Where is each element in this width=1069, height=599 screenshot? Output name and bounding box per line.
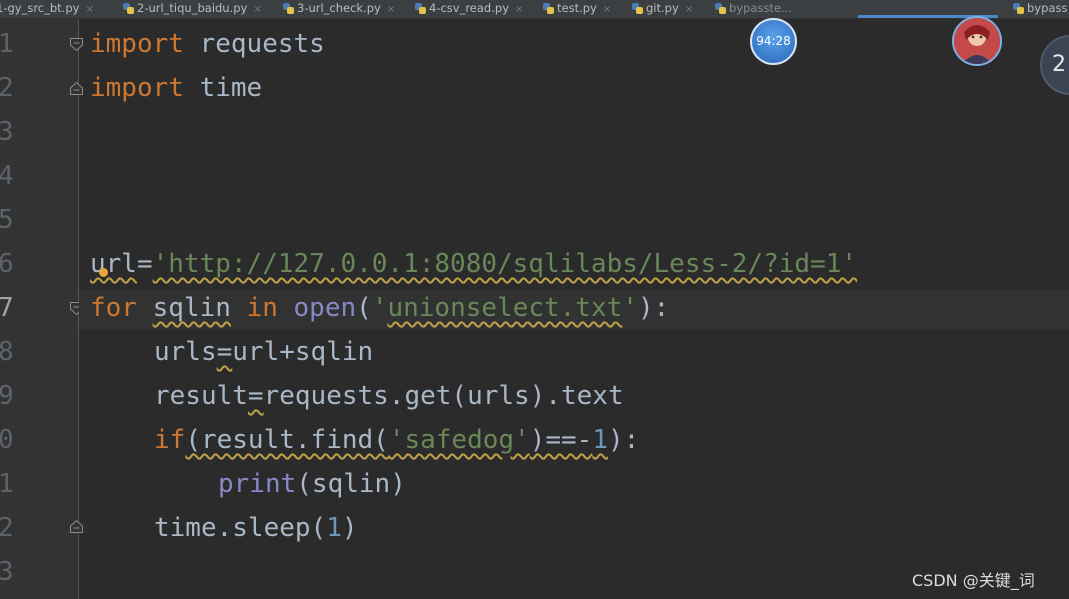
code-line-1[interactable]: import requests (90, 26, 325, 62)
paren: ( (356, 293, 372, 323)
tab-2-url-tiqu-baidu[interactable]: 2-url_tiqu_baidu.py × (123, 0, 262, 18)
tab-bypass[interactable]: bypass (1013, 0, 1067, 18)
tab-3-url-check[interactable]: 3-url_check.py × (283, 0, 395, 18)
variable: url (90, 249, 137, 279)
line-number-current: 7 (0, 293, 14, 323)
code-text: url+sqlin (232, 337, 374, 367)
code-line-11[interactable]: print(sqlin) (218, 466, 406, 502)
python-file-icon (543, 3, 554, 14)
recording-timer[interactable]: 94:28 (750, 18, 797, 65)
variable: urls (154, 337, 217, 367)
close-icon[interactable]: × (253, 4, 261, 15)
avatar[interactable] (952, 16, 1002, 66)
line-number: 1 (0, 29, 14, 59)
string-quote: ' (622, 293, 638, 323)
code-text: (result.find( (185, 425, 389, 455)
line-number: 2 (0, 513, 14, 543)
python-file-icon (1013, 3, 1024, 14)
python-file-icon (715, 3, 726, 14)
code-line-6[interactable]: url='http://127.0.0.1:8080/sqlilabs/Less… (90, 246, 857, 282)
number-literal: 1 (592, 425, 608, 455)
operator: = (247, 381, 264, 411)
python-file-icon (123, 3, 134, 14)
string-literal: 'http://127.0.0.1:8080/sqlilabs/Less-2/?… (152, 249, 858, 279)
code-line-10[interactable]: if(result.find('safedog')==-1): (154, 422, 639, 458)
line-number: 9 (0, 381, 14, 411)
keyword: for (90, 293, 137, 323)
code-line-12[interactable]: time.sleep(1) (154, 510, 358, 546)
lightbulb-icon[interactable] (99, 268, 108, 277)
variable: result (154, 381, 248, 411)
tab-label: git.py (646, 1, 679, 15)
line-number: 8 (0, 337, 14, 367)
line-number: 2 (0, 73, 14, 103)
code-text: time.sleep( (154, 513, 327, 543)
close-icon[interactable]: × (515, 4, 523, 15)
code-text: (sqlin) (296, 469, 406, 499)
python-file-icon (283, 3, 294, 14)
tab-1-gy-src-bt[interactable]: 1-gy_src_bt.py × (0, 0, 94, 18)
tab-label: test.py (557, 1, 597, 15)
code-editor[interactable]: import requests import time url='http://… (79, 19, 1069, 599)
tab-label: 4-csv_read.py (429, 1, 509, 15)
line-number: 6 (0, 249, 14, 279)
keyword: import (90, 29, 184, 59)
paren: ): (637, 293, 670, 323)
line-number: 0 (0, 425, 14, 455)
line-number-gutter[interactable]: 1 2 3 4 5 6 7 8 9 0 1 2 3 (0, 19, 83, 599)
code-text: ): (607, 425, 640, 455)
line-number: 4 (0, 161, 14, 191)
tab-label: 2-url_tiqu_baidu.py (137, 1, 248, 15)
code-line-2[interactable]: import time (90, 70, 262, 106)
builtin-function: open (293, 293, 357, 323)
tab-label: 3-url_check.py (297, 1, 381, 15)
code-text: requests.get(urls).text (263, 381, 624, 411)
line-number: 3 (0, 557, 14, 587)
code-text: requests (183, 29, 325, 59)
python-file-icon (632, 3, 643, 14)
tab-bar: 1-gy_src_bt.py × 2-url_tiqu_baidu.py × 3-u… (0, 0, 1069, 19)
tab-label: 1-gy_src_bt.py (0, 1, 80, 15)
tab-4-csv-read[interactable]: 4-csv_read.py × (415, 0, 523, 18)
number-literal: 1 (326, 513, 342, 543)
line-number: 1 (0, 469, 14, 499)
keyword: if (154, 425, 186, 455)
tab-label: bypass (1027, 1, 1068, 15)
code-line-8[interactable]: urls=url+sqlin (154, 334, 373, 370)
keyword: import (90, 73, 184, 103)
builtin-function: print (218, 469, 297, 499)
line-number: 3 (0, 117, 14, 147)
string-literal: unionselect.txt (387, 293, 623, 323)
tab-git[interactable]: git.py × (632, 0, 693, 18)
line-number: 5 (0, 205, 14, 235)
operator: = (136, 249, 153, 279)
operator: = (216, 337, 233, 367)
tab-label: bypasste... (729, 1, 792, 15)
editor-window: 1-gy_src_bt.py × 2-url_tiqu_baidu.py × 3-u… (0, 0, 1069, 599)
code-line-7[interactable]: for sqlin in open('unionselect.txt'): (90, 290, 669, 326)
tab-test[interactable]: test.py × (543, 0, 611, 18)
code-text: ) (341, 513, 358, 543)
close-icon[interactable]: × (603, 4, 611, 15)
code-text: )==- (529, 425, 593, 455)
code-line-9[interactable]: result=requests.get(urls).text (154, 378, 624, 414)
string-quote: ' (371, 293, 388, 323)
string-literal: 'safedog' (388, 425, 530, 455)
code-text: time (183, 73, 263, 103)
close-icon[interactable]: × (685, 4, 693, 15)
tab-bypasste[interactable]: bypasste... (715, 0, 792, 18)
close-icon[interactable]: × (85, 4, 93, 15)
close-icon[interactable]: × (387, 4, 395, 15)
watermark: CSDN @关键_词 (912, 571, 1035, 590)
variable: sqlin (152, 293, 231, 323)
python-file-icon (415, 3, 426, 14)
keyword: in (246, 293, 278, 323)
